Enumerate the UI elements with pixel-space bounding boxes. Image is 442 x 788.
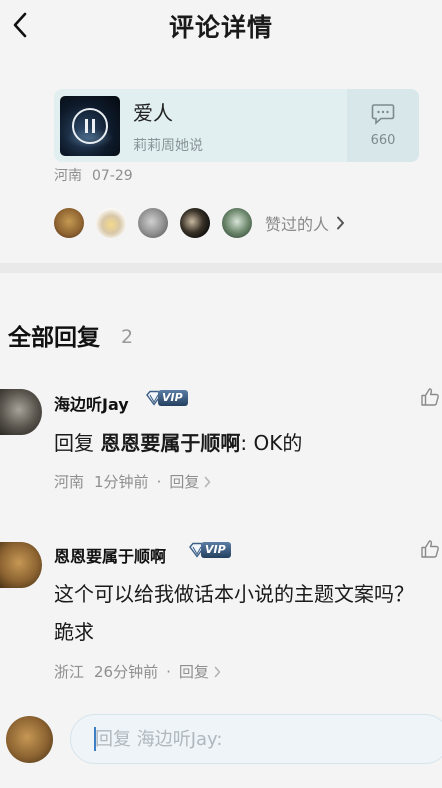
reply-username[interactable]: 海边听Jay xyxy=(54,391,129,415)
avatar[interactable] xyxy=(0,389,42,435)
avatar[interactable] xyxy=(0,542,42,588)
liker-avatar[interactable] xyxy=(54,208,84,238)
page-title: 评论详情 xyxy=(168,13,273,42)
meta-separator: · xyxy=(166,662,171,681)
top-bar: 评论详情 xyxy=(0,0,442,52)
text-cursor xyxy=(94,727,96,751)
reply-meta: 河南 1分钟前 · 回复 xyxy=(54,471,211,492)
reply-text: 这个可以给我做话本小说的主题文案吗？跪求 xyxy=(54,582,414,644)
comment-count: 660 xyxy=(370,133,396,148)
vip-label: VIP xyxy=(201,542,231,558)
song-card[interactable]: 爱人 莉莉周她说 660 xyxy=(54,89,419,162)
like-icon[interactable] xyxy=(420,539,440,559)
section-divider xyxy=(0,263,442,273)
reply-button[interactable]: 回复 xyxy=(169,471,199,492)
vip-label: VIP xyxy=(158,390,188,406)
liker-avatar[interactable] xyxy=(180,208,210,238)
reply-input[interactable] xyxy=(70,714,442,764)
chevron-right-icon[interactable] xyxy=(214,666,221,678)
likers-row[interactable]: 赞过的人 xyxy=(54,207,345,239)
comment-meta: 河南 07-29 xyxy=(54,165,133,185)
vip-badge: VIP xyxy=(189,542,231,558)
reply-content: : OK的 xyxy=(240,431,303,455)
likers-label[interactable]: 赞过的人 xyxy=(265,211,329,235)
comment-date: 07-29 xyxy=(92,168,133,184)
reply-text: 回复 恩恩要属于顺啊: OK的 xyxy=(54,424,424,462)
comment-location: 河南 xyxy=(54,168,82,184)
comment-icon xyxy=(371,103,395,129)
reply-mention[interactable]: 恩恩要属于顺啊 xyxy=(100,431,240,455)
song-artist: 莉莉周她说 xyxy=(133,137,203,154)
liker-avatar[interactable] xyxy=(138,208,168,238)
chevron-right-icon[interactable] xyxy=(204,476,211,488)
like-icon[interactable] xyxy=(420,387,440,407)
reply-time: 26分钟前 xyxy=(94,663,159,681)
liker-avatar[interactable] xyxy=(222,208,252,238)
liker-avatar[interactable] xyxy=(96,208,126,238)
song-comments-button[interactable]: 660 xyxy=(347,89,419,162)
chevron-right-icon[interactable] xyxy=(336,216,345,230)
album-cover[interactable] xyxy=(60,95,120,156)
reply-input-bar xyxy=(0,710,442,788)
replies-title: 全部回复 xyxy=(8,325,100,351)
reply-location: 浙江 xyxy=(54,663,85,681)
reply-prefix: 回复 xyxy=(54,431,101,455)
reply-username[interactable]: 恩恩要属于顺啊 xyxy=(54,543,166,567)
meta-separator: · xyxy=(156,472,162,491)
song-title: 爱人 xyxy=(133,100,173,125)
reply-location: 河南 xyxy=(54,473,85,491)
vip-badge: VIP xyxy=(146,390,188,406)
replies-count: 2 xyxy=(121,326,134,348)
reply-time: 1分钟前 xyxy=(94,473,149,491)
pause-icon[interactable] xyxy=(72,107,108,144)
song-info[interactable]: 爱人 莉莉周她说 xyxy=(54,89,347,162)
reply-meta: 浙江 26分钟前 · 回复 xyxy=(54,661,221,682)
reply-button[interactable]: 回复 xyxy=(179,661,209,682)
current-user-avatar[interactable] xyxy=(6,716,53,763)
